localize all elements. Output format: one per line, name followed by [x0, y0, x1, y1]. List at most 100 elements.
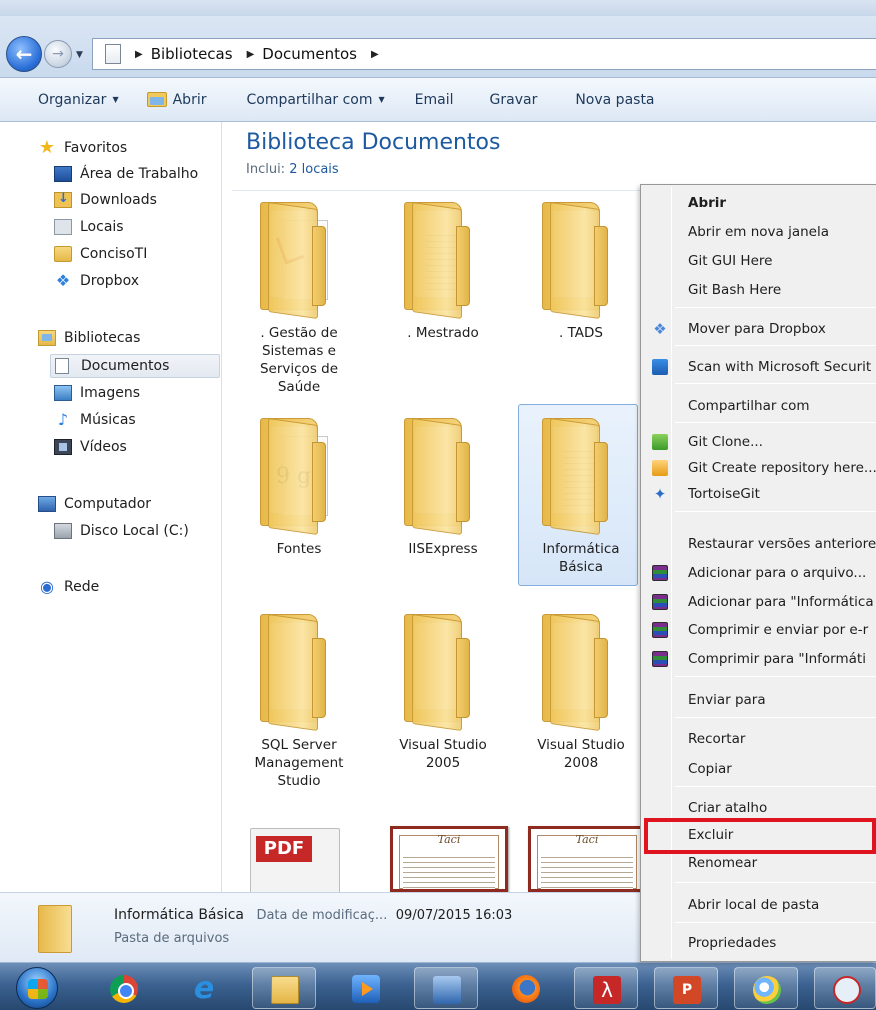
nav-images[interactable]: Imagens	[54, 381, 140, 405]
new-folder-button[interactable]: Nova pasta	[575, 92, 654, 108]
folder-icon: 9 g	[260, 412, 336, 536]
folder-icon	[38, 905, 72, 953]
menu-item-add-archive[interactable]: Adicionar para o arquivo...	[643, 559, 876, 587]
menu-item-share-with[interactable]: Compartilhar com	[643, 392, 876, 420]
email-button[interactable]: Email	[415, 92, 454, 108]
menu-item-open-location[interactable]: Abrir local de pasta	[643, 891, 876, 919]
taskbar-internet-explorer[interactable]: e	[172, 967, 236, 1009]
folder-label: . TADS	[559, 325, 603, 341]
nav-label: Documentos	[81, 358, 170, 374]
address-field[interactable]: ▶ Bibliotecas ▶ Documentos ▶	[92, 38, 876, 70]
burn-button[interactable]: Gravar	[490, 92, 538, 108]
taskbar-paint[interactable]	[734, 967, 798, 1009]
taskbar-firefox[interactable]	[494, 967, 558, 1009]
nav-label: Vídeos	[80, 439, 127, 455]
menu-item-open[interactable]: Abrir	[643, 189, 876, 217]
menu-item-properties[interactable]: Propriedades	[643, 929, 876, 957]
menu-item-tortoisegit[interactable]: ✦ TortoiseGit	[643, 480, 876, 508]
nav-places[interactable]: Locais	[54, 215, 124, 239]
firefox-icon	[512, 975, 540, 1003]
nav-label: Músicas	[80, 412, 136, 428]
music-note-icon: ♪	[57, 410, 69, 429]
nav-desktop[interactable]: Área de Trabalho	[54, 162, 198, 186]
nav-label: Downloads	[80, 192, 157, 208]
computer-icon	[38, 496, 56, 512]
menu-file-thumbnail[interactable]: Taci	[390, 826, 508, 892]
menu-item-add-named[interactable]: Adicionar para "Informática	[643, 588, 876, 616]
taskbar-snipping-tool[interactable]	[814, 967, 876, 1009]
menu-item-git-bash[interactable]: Git Bash Here	[643, 276, 876, 304]
film-icon	[54, 439, 72, 455]
nav-downloads[interactable]: Downloads	[54, 188, 157, 212]
menu-item-open-new-window[interactable]: Abrir em nova janela	[643, 218, 876, 246]
taskbar-media-player[interactable]	[334, 967, 398, 1009]
pdf-file-thumbnail[interactable]: PDF	[250, 828, 340, 898]
internet-explorer-icon: e	[193, 971, 215, 1006]
taskbar-chrome[interactable]	[92, 967, 156, 1009]
burn-label: Gravar	[489, 91, 538, 108]
menu-item-compress-email[interactable]: Comprimir e enviar por e-r	[643, 616, 876, 644]
menu-item-git-clone[interactable]: Git Clone...	[643, 428, 876, 456]
nav-label: Bibliotecas	[64, 330, 141, 346]
menu-item-compress-named[interactable]: Comprimir para "Informáti	[643, 645, 876, 673]
menu-item-send-to[interactable]: Enviar para	[643, 686, 876, 714]
folder-label: . Gestão de Sistemas e Serviços de Saúde	[259, 325, 339, 395]
menu-item-cut[interactable]: Recortar	[643, 725, 876, 753]
folder-icon	[404, 412, 480, 536]
back-button[interactable]: ←	[6, 36, 42, 72]
windows-logo-icon	[28, 979, 48, 999]
taskbar-powerpoint[interactable]: P	[654, 967, 718, 1009]
downloads-icon	[54, 191, 72, 208]
library-title: Biblioteca Documentos	[246, 130, 501, 155]
details-item-name: Informática Básica	[114, 907, 244, 923]
nav-libraries[interactable]: Bibliotecas	[38, 326, 140, 350]
nav-conciso[interactable]: ConcisoTI	[54, 242, 147, 266]
breadcrumb-documentos[interactable]: Documentos	[262, 45, 357, 63]
details-name-row: Informática Básica Data de modificaç... …	[114, 907, 512, 923]
folder-icon	[260, 196, 336, 320]
chevron-right-icon[interactable]: ▶	[371, 49, 379, 60]
nav-dropbox[interactable]: ❖ Dropbox	[54, 269, 139, 293]
menu-item-restore[interactable]: Restaurar versões anteriore	[643, 530, 876, 558]
organize-button[interactable]: Organizar ▼	[38, 92, 119, 108]
start-button[interactable]	[16, 967, 58, 1009]
library-includes: Inclui: 2 locais	[246, 162, 339, 177]
menu-item-move-dropbox[interactable]: ❖ Mover para Dropbox	[643, 315, 876, 343]
nav-videos[interactable]: Vídeos	[54, 435, 127, 459]
details-modified-label: Data de modificaç...	[256, 908, 388, 923]
nav-favorites[interactable]: ★ Favoritos	[38, 136, 127, 160]
remote-desktop-icon	[433, 976, 461, 1004]
paint-icon	[753, 976, 781, 1004]
folder-icon	[54, 246, 72, 262]
share-button[interactable]: Compartilhar com ▼	[246, 92, 384, 108]
snipping-tool-icon	[833, 976, 861, 1004]
forward-button[interactable]: →	[44, 40, 72, 68]
menu-item-copy[interactable]: Copiar	[643, 755, 876, 783]
navigation-pane: ★ Favoritos Área de Trabalho Downloads L…	[0, 122, 222, 892]
breadcrumb-bibliotecas[interactable]: Bibliotecas	[151, 45, 233, 63]
taskbar-windows-explorer[interactable]	[252, 967, 316, 1009]
recent-pages-dropdown[interactable]: ▼	[76, 50, 83, 60]
chevron-right-icon[interactable]: ▶	[247, 49, 255, 60]
menu-item-scan[interactable]: Scan with Microsoft Securit	[643, 353, 876, 381]
nav-local-disk[interactable]: Disco Local (C:)	[54, 519, 189, 543]
open-button[interactable]: Abrir	[146, 92, 206, 108]
details-item-type: Pasta de arquivos	[114, 931, 230, 946]
taskbar-remote-desktop[interactable]	[414, 967, 478, 1009]
menu-item-git-create[interactable]: Git Create repository here...	[643, 454, 876, 482]
nav-computer[interactable]: Computador	[38, 492, 151, 516]
nav-documents[interactable]: Documentos	[50, 354, 220, 378]
folder-icon	[542, 196, 618, 320]
address-bar-area: ← → ▼ ▶ Bibliotecas ▶ Documentos ▶	[0, 16, 876, 78]
recent-places-icon	[54, 219, 72, 235]
menu-item-git-gui[interactable]: Git GUI Here	[643, 247, 876, 275]
nav-label: Computador	[64, 496, 152, 512]
nav-music[interactable]: ♪ Músicas	[54, 408, 136, 432]
nav-network[interactable]: ◉ Rede	[38, 575, 99, 599]
file-explorer-icon	[271, 976, 299, 1004]
includes-locations-link[interactable]: 2 locais	[289, 162, 338, 177]
menu-file-thumbnail[interactable]: Taci	[528, 826, 646, 892]
chevron-right-icon[interactable]: ▶	[135, 49, 143, 60]
taskbar-acrobat[interactable]: λ	[574, 967, 638, 1009]
folder-label: Visual Studio 2008	[537, 737, 625, 771]
